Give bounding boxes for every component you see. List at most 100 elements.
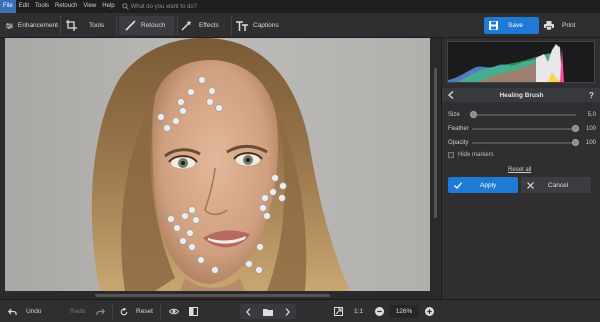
menu-view[interactable]: View [80,0,99,13]
tab-enhancement-label: Enhancement [17,22,58,29]
opacity-slider-row: Opacity 100 [448,138,596,148]
portrait-image [5,38,430,291]
tab-tools[interactable]: Tools [66,16,112,35]
right-panel: Healing Brush ? Size 5,0 Feather 100 Opa… [441,38,600,299]
toolbar-divider [116,16,117,35]
fit-to-screen-button[interactable] [334,304,343,319]
redo-icon [95,308,105,315]
tab-tools-label: Tools [89,22,105,29]
chevron-left-icon[interactable] [246,307,251,316]
menu-file[interactable]: File [0,0,16,13]
tab-retouch[interactable]: Retouch [119,16,175,35]
tab-enhancement[interactable]: Enhancement [6,16,58,35]
feather-slider[interactable] [472,125,579,132]
brush-icon [125,20,136,31]
reset-button[interactable]: Reset [120,304,153,319]
vertical-scrollbar[interactable] [432,38,439,291]
text-icon [236,20,248,31]
redo-label: Redo [70,308,86,315]
horizontal-scrollbar[interactable] [5,292,430,298]
bottom-divider [160,304,161,319]
main-toolbar: Enhancement Tools Retouch Effects Captio… [0,13,600,38]
printer-icon [544,21,554,30]
reset-icon [120,307,128,315]
compare-icon [189,307,198,316]
feather-label: Feather [448,126,469,132]
scrollbar-thumb[interactable] [434,68,437,218]
redo-button[interactable]: Redo [70,304,105,319]
print-button[interactable]: Print [542,17,592,34]
menu-bar: File Edit Tools Retouch View Help What d… [0,0,600,13]
zoom-out-button[interactable] [375,304,384,319]
hide-markers-option[interactable]: Hide markers [448,152,494,158]
tab-captions[interactable]: Captions [236,16,288,35]
photo-preview[interactable] [5,38,430,291]
size-value: 5,0 [587,112,596,118]
close-icon [527,181,534,189]
cancel-button-label: Cancel [548,181,569,189]
undo-label: Undo [26,308,42,315]
hide-markers-label: Hide markers [458,152,494,158]
slider-handle[interactable] [572,139,579,146]
reset-all-link[interactable]: Reset all [508,167,531,173]
size-slider[interactable] [470,111,576,118]
compare-button[interactable] [189,304,198,319]
search-input[interactable]: What do you want to do? [131,4,197,10]
histogram [447,41,595,83]
image-canvas[interactable] [0,38,440,299]
cancel-button[interactable]: Cancel [521,177,591,193]
image-navigation [240,304,296,319]
slider-handle[interactable] [470,111,478,118]
menu-help[interactable]: Help [99,0,117,13]
print-button-label: Print [562,22,576,29]
hide-markers-checkbox[interactable] [448,152,454,158]
magic-wand-icon [181,20,192,31]
tab-captions-label: Captions [253,22,279,29]
zoom-in-button[interactable] [425,304,434,319]
plus-circle-icon [425,307,434,316]
preview-toggle[interactable] [169,304,179,319]
size-label: Size [448,112,460,118]
search-box[interactable]: What do you want to do? [121,3,197,10]
sliders-icon [6,22,13,29]
tab-effects-label: Effects [199,22,219,29]
toolbar-divider [177,16,178,35]
reset-label: Reset [136,308,153,315]
opacity-slider[interactable] [472,139,579,146]
panel-header: Healing Brush ? [442,88,600,102]
panel-title: Healing Brush [499,91,544,99]
chevron-right-icon[interactable] [285,307,290,316]
slider-handle[interactable] [572,125,579,132]
menu-edit[interactable]: Edit [16,0,32,13]
undo-button[interactable]: Undo [8,304,42,319]
crop-icon [66,20,77,31]
tab-effects[interactable]: Effects [181,16,231,35]
save-button-label: Save [508,22,523,29]
opacity-label: Opacity [448,140,469,146]
scrollbar-thumb[interactable] [95,294,330,297]
toolbar-divider [60,16,61,35]
feather-value: 100 [585,126,596,132]
apply-button[interactable]: Apply [448,177,518,193]
actual-size-button[interactable]: 1:1 [354,304,363,319]
tab-retouch-label: Retouch [141,22,166,29]
size-slider-row: Size 5,0 [448,110,596,120]
folder-icon[interactable] [263,308,273,316]
save-button[interactable]: Save [484,17,539,34]
toolbar-divider [231,16,232,35]
bottom-bar: Undo Redo Reset 1:1 126% [0,299,600,322]
menu-tools[interactable]: Tools [32,0,52,13]
search-icon [121,3,129,10]
fit-screen-icon [334,307,343,316]
undo-icon [8,308,17,315]
zoom-level[interactable]: 126% [389,305,419,318]
feather-slider-row: Feather 100 [448,124,596,134]
minus-circle-icon [375,307,384,316]
menu-retouch[interactable]: Retouch [52,0,80,13]
svg-text:?: ? [589,91,594,99]
bottom-divider [112,304,113,319]
opacity-value: 100 [585,140,596,146]
check-icon [454,181,462,189]
floppy-icon [489,21,498,30]
help-icon[interactable]: ? [589,91,595,99]
